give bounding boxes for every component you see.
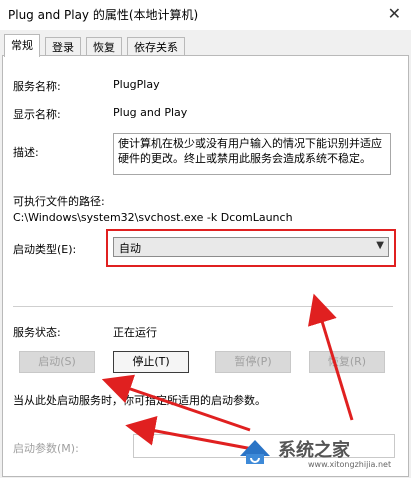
display-name-label: 显示名称: xyxy=(13,108,61,121)
title-bar: Plug and Play 的属性(本地计算机) ✕ xyxy=(0,0,411,30)
resume-button[interactable]: 恢复(R) xyxy=(309,351,385,373)
description-box[interactable]: 使计算机在极少或没有用户输入的情况下能识别并适应硬件的更改。终止或禁用此服务会造… xyxy=(113,133,391,175)
service-name-value: PlugPlay xyxy=(113,78,160,91)
exe-path-value: C:\Windows\system32\svchost.exe -k DcomL… xyxy=(13,211,293,224)
start-button[interactable]: 启动(S) xyxy=(19,351,95,373)
service-name-label: 服务名称: xyxy=(13,80,61,93)
description-label: 描述: xyxy=(13,146,39,159)
tab-recovery[interactable]: 恢复 xyxy=(86,37,122,57)
close-icon[interactable]: ✕ xyxy=(388,4,401,23)
hint-text: 当从此处启动服务时，你可指定所适用的启动参数。 xyxy=(13,394,266,407)
startup-type-label: 启动类型(E): xyxy=(13,243,77,256)
pause-button[interactable]: 暂停(P) xyxy=(215,351,291,373)
exe-path-label: 可执行文件的路径: xyxy=(13,195,105,208)
logo-icon xyxy=(238,436,272,466)
display-name-value: Plug and Play xyxy=(113,106,188,119)
tab-dependencies[interactable]: 依存关系 xyxy=(127,37,185,57)
watermark: 系统之家 www.xitongzhijia.net xyxy=(238,430,408,472)
window-title: Plug and Play 的属性(本地计算机) xyxy=(8,8,199,22)
divider xyxy=(13,306,393,307)
tab-bar: 常规 登录 恢复 依存关系 xyxy=(0,34,411,57)
status-value: 正在运行 xyxy=(113,326,157,339)
watermark-text: 系统之家 xyxy=(278,440,350,461)
status-label: 服务状态: xyxy=(13,326,61,339)
param-label: 启动参数(M): xyxy=(13,442,79,455)
highlight-box xyxy=(106,229,396,267)
watermark-url: www.xitongzhijia.net xyxy=(308,460,392,469)
tab-general[interactable]: 常规 xyxy=(4,34,40,57)
general-panel: 服务名称: PlugPlay 显示名称: Plug and Play 描述: 使… xyxy=(2,55,409,477)
stop-button[interactable]: 停止(T) xyxy=(113,351,189,373)
tab-logon[interactable]: 登录 xyxy=(45,37,81,57)
